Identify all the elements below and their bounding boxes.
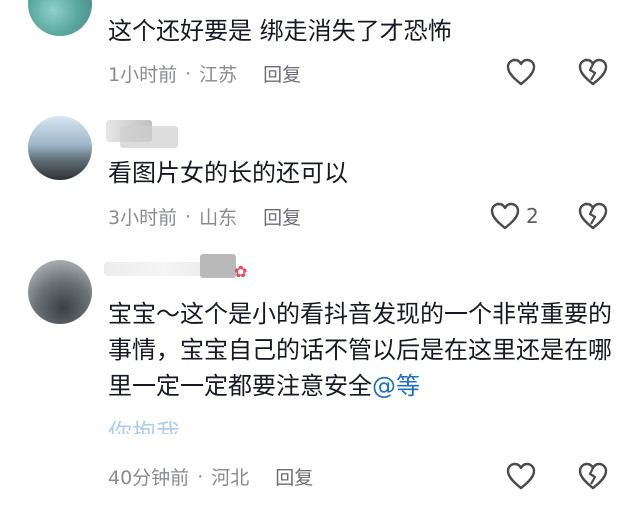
- like-button[interactable]: [506, 58, 542, 86]
- avatar[interactable]: [28, 260, 92, 324]
- mention-link[interactable]: @等: [372, 372, 420, 400]
- meta-separator: ·: [197, 465, 204, 488]
- heart-icon: [490, 202, 520, 230]
- username-blurred: [120, 126, 178, 148]
- reply-button[interactable]: 回复: [275, 463, 313, 490]
- comment-meta: 40分钟前 · 河北 回复: [108, 463, 313, 490]
- dislike-button[interactable]: [578, 58, 608, 86]
- reply-button[interactable]: 回复: [263, 203, 301, 230]
- like-count: 2: [526, 204, 539, 228]
- like-button[interactable]: 2: [490, 202, 539, 230]
- comment-text-main: 宝宝～这个是小的看抖音发现的一个非常重要的事情，宝宝自己的话不管以后是在这里还是…: [108, 300, 612, 400]
- rose-icon: ✿: [234, 262, 248, 281]
- comment-time: 1小时前: [108, 64, 178, 86]
- broken-heart-icon: [578, 202, 608, 230]
- broken-heart-icon: [578, 462, 608, 490]
- comment-text: 宝宝～这个是小的看抖音发现的一个非常重要的事情，宝宝自己的话不管以后是在这里还是…: [108, 296, 628, 404]
- heart-icon: [506, 58, 536, 86]
- avatar[interactable]: [28, 116, 92, 180]
- comment-meta: 3小时前 · 山东 回复: [108, 203, 301, 230]
- dislike-button[interactable]: [578, 462, 608, 490]
- comment-meta: 1小时前 · 江苏 回复: [108, 60, 301, 87]
- meta-separator: ·: [185, 205, 192, 228]
- comment-text: 这个还好要是 绑走消失了才恐怖: [108, 17, 452, 45]
- username-blurred: [200, 254, 236, 278]
- avatar[interactable]: [28, 0, 92, 36]
- dislike-button[interactable]: [578, 202, 608, 230]
- comment-location: 江苏: [199, 64, 238, 86]
- heart-icon: [506, 462, 536, 490]
- comment-location: 河北: [211, 467, 250, 489]
- comment-location: 山东: [199, 207, 238, 229]
- broken-heart-icon: [578, 58, 608, 86]
- comment-text: 看图片女的长的还可以: [108, 159, 348, 187]
- like-button[interactable]: [506, 462, 542, 490]
- reply-button[interactable]: 回复: [263, 60, 301, 87]
- comment-time: 3小时前: [108, 207, 178, 229]
- comment-time: 40分钟前: [108, 467, 190, 489]
- comment-text-trailing[interactable]: 你抱我: [108, 418, 180, 434]
- meta-separator: ·: [185, 62, 192, 85]
